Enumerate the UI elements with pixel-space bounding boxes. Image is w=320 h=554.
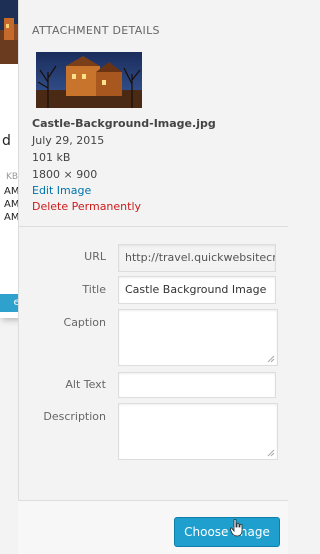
title-label: Title — [82, 283, 106, 296]
background-size-fragment: KB — [6, 172, 19, 182]
edit-image-link[interactable]: Edit Image — [32, 184, 91, 197]
attachment-dimensions: 1800 × 900 — [32, 168, 98, 181]
description-textarea[interactable] — [118, 403, 278, 460]
attachment-details-heading: ATTACHMENT DETAILS — [32, 24, 160, 37]
caption-textarea[interactable] — [118, 309, 278, 366]
background-heading-fragment: d — [2, 133, 11, 149]
delete-permanently-link[interactable]: Delete Permanently — [32, 200, 141, 213]
description-label: Description — [43, 410, 106, 423]
attachment-filename: Castle-Background-Image.jpg — [32, 117, 216, 130]
attachment-filesize: 101 kB — [32, 151, 71, 164]
hand-cursor-icon — [230, 519, 243, 537]
alt-text-field[interactable] — [118, 372, 276, 398]
title-field[interactable]: Castle Background Image — [118, 276, 276, 304]
caption-label: Caption — [63, 316, 106, 329]
url-field[interactable]: http://travel.quickwebsitecr — [118, 244, 276, 272]
sidebar-border — [18, 0, 19, 500]
choose-image-button[interactable]: Choose Image — [174, 517, 280, 547]
resize-grip-icon[interactable] — [267, 449, 275, 457]
url-label: URL — [84, 250, 106, 263]
details-divider — [18, 226, 288, 227]
resize-grip-icon[interactable] — [267, 355, 275, 363]
castle-thumbnail-image — [36, 52, 142, 108]
attachment-date: July 29, 2015 — [32, 134, 105, 147]
alt-text-label: Alt Text — [65, 378, 106, 391]
attachment-details-sidebar: ATTACHMENT DETAILS Castle-Background-Ima… — [18, 0, 288, 554]
media-footer-toolbar: Choose Image — [18, 501, 288, 554]
